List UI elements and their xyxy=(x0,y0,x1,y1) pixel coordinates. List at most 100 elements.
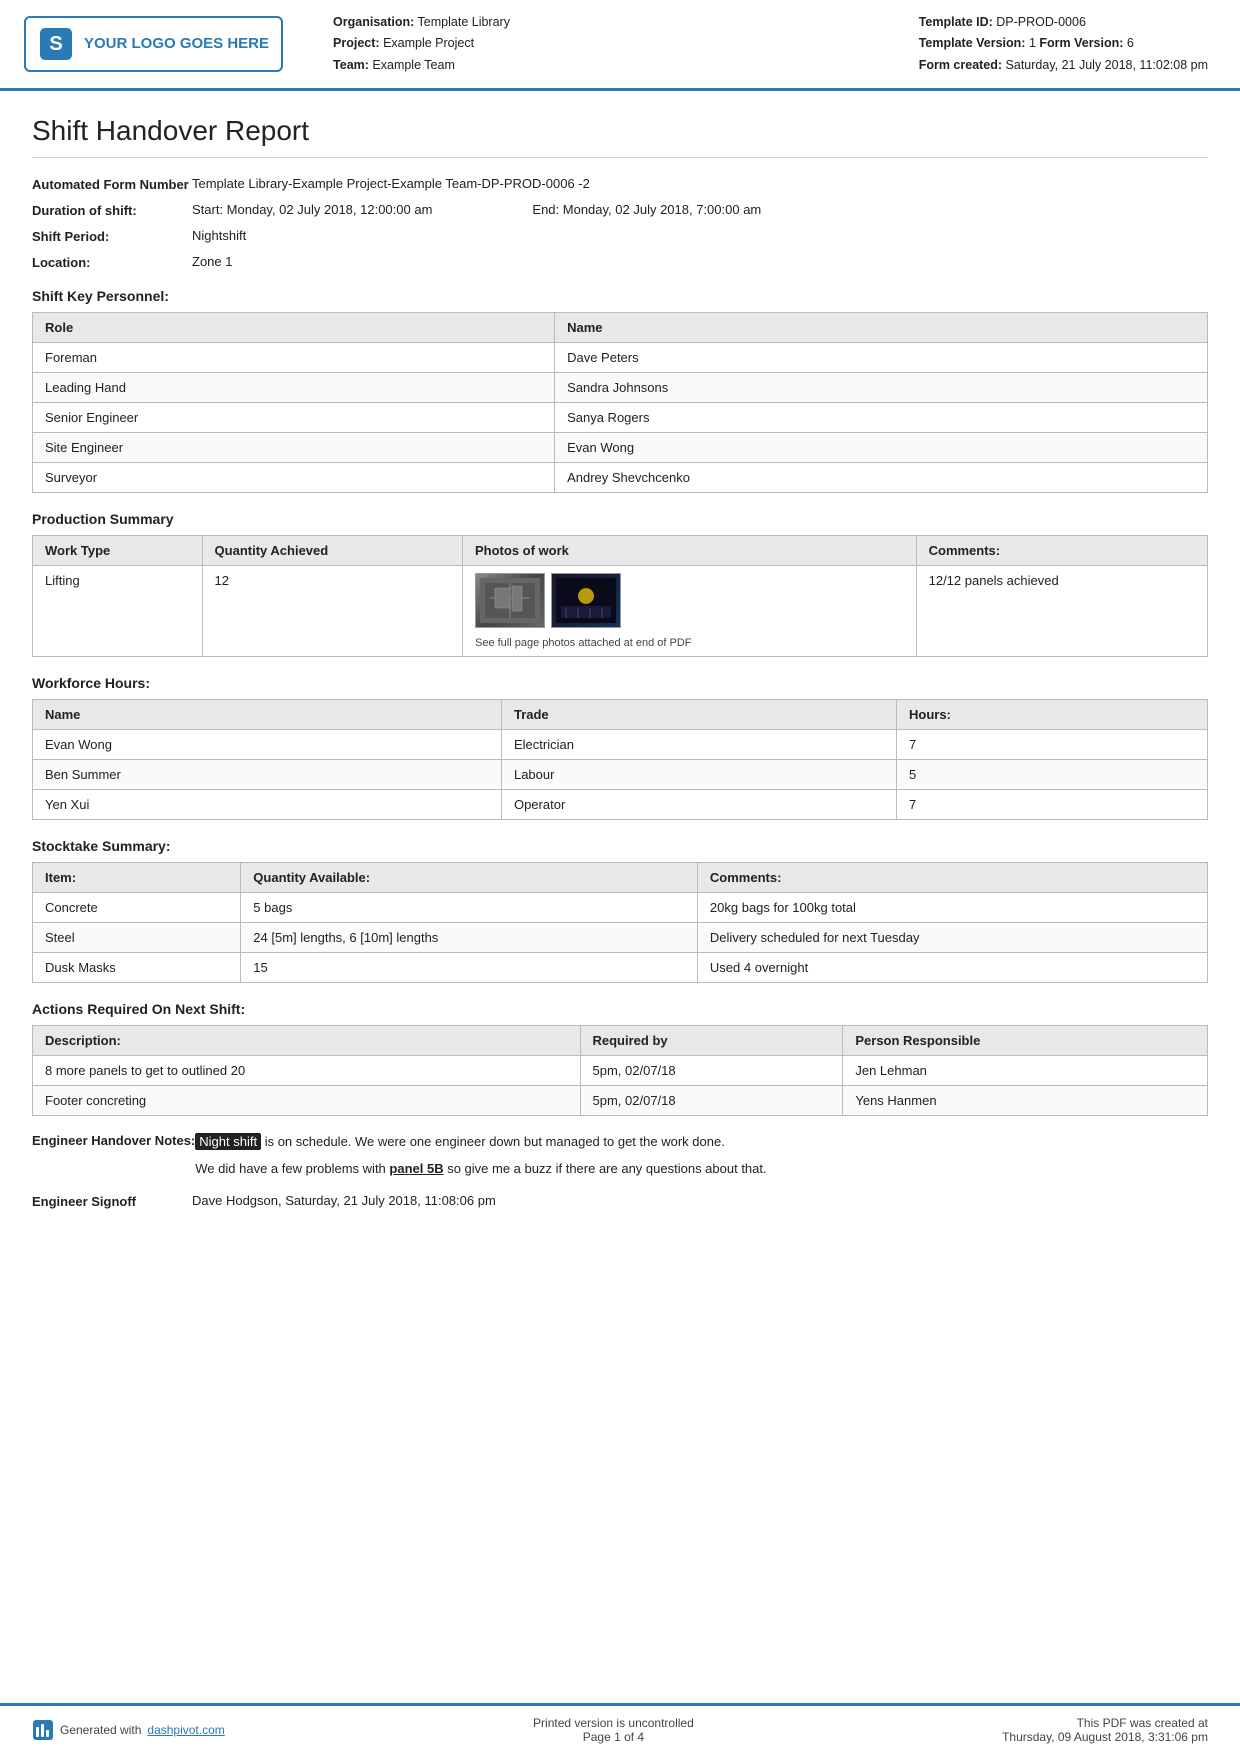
location-row: Location: Zone 1 xyxy=(32,254,1208,270)
action-description: Footer concreting xyxy=(33,1085,581,1115)
personnel-col-name: Name xyxy=(555,312,1208,342)
engineer-note-2: We did have a few problems with panel 5B… xyxy=(195,1159,1208,1180)
stocktake-comments: 20kg bags for 100kg total xyxy=(697,892,1207,922)
stocktake-quantity: 24 [5m] lengths, 6 [10m] lengths xyxy=(241,922,698,952)
team-value: Example Team xyxy=(372,58,454,72)
stocktake-quantity: 15 xyxy=(241,952,698,982)
personnel-header-row: Role Name xyxy=(33,312,1208,342)
form-version-label: Form Version: xyxy=(1039,36,1123,50)
stocktake-comments: Delivery scheduled for next Tuesday xyxy=(697,922,1207,952)
logo-area: S YOUR LOGO GOES HERE xyxy=(24,12,283,76)
highlight-nightshift: Night shift xyxy=(195,1133,261,1150)
action-required-by: 5pm, 02/07/18 xyxy=(580,1085,843,1115)
template-version-label: Template Version: xyxy=(919,36,1026,50)
duration-end: End: Monday, 02 July 2018, 7:00:00 am xyxy=(532,202,761,217)
workforce-trade: Labour xyxy=(501,759,896,789)
stocktake-item: Concrete xyxy=(33,892,241,922)
production-comments: 12/12 panels achieved xyxy=(916,565,1207,656)
photo-caption: See full page photos attached at end of … xyxy=(475,637,904,649)
table-row: Senior EngineerSanya Rogers xyxy=(33,402,1208,432)
org-label: Organisation: xyxy=(333,15,414,29)
personnel-name: Dave Peters xyxy=(555,342,1208,372)
production-section-title: Production Summary xyxy=(32,511,1208,527)
workforce-header-row: Name Trade Hours: xyxy=(33,699,1208,729)
page-header: S YOUR LOGO GOES HERE Organisation: Temp… xyxy=(0,0,1240,91)
page-footer: Generated with dashpivot.com Printed ver… xyxy=(0,1703,1240,1754)
table-row: ForemanDave Peters xyxy=(33,342,1208,372)
workforce-trade: Operator xyxy=(501,789,896,819)
actions-col-description: Description: xyxy=(33,1025,581,1055)
production-header-row: Work Type Quantity Achieved Photos of wo… xyxy=(33,535,1208,565)
location-value: Zone 1 xyxy=(192,254,1208,269)
duration-value: Start: Monday, 02 July 2018, 12:00:00 am… xyxy=(192,202,1208,217)
logo-box: S YOUR LOGO GOES HERE xyxy=(24,16,283,72)
duration-label: Duration of shift: xyxy=(32,202,192,218)
personnel-role: Site Engineer xyxy=(33,432,555,462)
stocktake-section-title: Stocktake Summary: xyxy=(32,838,1208,854)
production-col-worktype: Work Type xyxy=(33,535,203,565)
personnel-role: Foreman xyxy=(33,342,555,372)
workforce-col-hours: Hours: xyxy=(897,699,1208,729)
table-row: Ben SummerLabour5 xyxy=(33,759,1208,789)
engineer-note-2-suffix: so give me a buzz if there are any quest… xyxy=(444,1161,767,1176)
engineer-notes-content: Night shift is on schedule. We were one … xyxy=(195,1132,1208,1180)
svg-text:S: S xyxy=(49,33,62,55)
form-number-label: Automated Form Number xyxy=(32,176,192,192)
workforce-hours: 7 xyxy=(897,729,1208,759)
production-photos: See full page photos attached at end of … xyxy=(463,565,917,656)
workforce-col-name: Name xyxy=(33,699,502,729)
engineer-note-1-text: is on schedule. We were one engineer dow… xyxy=(261,1134,725,1149)
duration-start: Start: Monday, 02 July 2018, 12:00:00 am xyxy=(192,202,432,217)
engineer-signoff-row: Engineer Signoff Dave Hodgson, Saturday,… xyxy=(32,1193,1208,1209)
project-label: Project: xyxy=(333,36,380,50)
table-row: 8 more panels to get to outlined 205pm, … xyxy=(33,1055,1208,1085)
shift-period-value: Nightshift xyxy=(192,228,1208,243)
action-description: 8 more panels to get to outlined 20 xyxy=(33,1055,581,1085)
engineer-signoff-label: Engineer Signoff xyxy=(32,1193,192,1209)
engineer-handover-section: Engineer Handover Notes: Night shift is … xyxy=(32,1132,1208,1180)
footer-pdf-value: Thursday, 09 August 2018, 3:31:06 pm xyxy=(1002,1730,1208,1744)
stocktake-col-comments: Comments: xyxy=(697,862,1207,892)
panel-5b-link: panel 5B xyxy=(389,1161,443,1176)
workforce-name: Ben Summer xyxy=(33,759,502,789)
stocktake-col-item: Item: xyxy=(33,862,241,892)
form-created-label: Form created: xyxy=(919,58,1002,72)
table-row: Lifting 12 xyxy=(33,565,1208,656)
photo-cell: See full page photos attached at end of … xyxy=(475,573,904,649)
personnel-role: Surveyor xyxy=(33,462,555,492)
shift-period-label: Shift Period: xyxy=(32,228,192,244)
actions-header-row: Description: Required by Person Responsi… xyxy=(33,1025,1208,1055)
report-title: Shift Handover Report xyxy=(32,115,1208,158)
table-row: Concrete5 bags20kg bags for 100kg total xyxy=(33,892,1208,922)
form-version-value: 6 xyxy=(1127,36,1134,50)
table-row: SurveyorAndrey Shevchcenko xyxy=(33,462,1208,492)
table-row: Footer concreting5pm, 02/07/18Yens Hanme… xyxy=(33,1085,1208,1115)
engineer-note-2-prefix: We did have a few problems with xyxy=(195,1161,389,1176)
table-row: Leading HandSandra Johnsons xyxy=(33,372,1208,402)
footer-pdf-label: This PDF was created at xyxy=(1002,1716,1208,1730)
logo-text: YOUR LOGO GOES HERE xyxy=(84,35,269,52)
stocktake-comments: Used 4 overnight xyxy=(697,952,1207,982)
engineer-handover-label: Engineer Handover Notes: xyxy=(32,1132,195,1180)
workforce-hours: 7 xyxy=(897,789,1208,819)
footer-link[interactable]: dashpivot.com xyxy=(147,1723,224,1737)
production-table: Work Type Quantity Achieved Photos of wo… xyxy=(32,535,1208,657)
production-work-type: Lifting xyxy=(33,565,203,656)
header-meta-left: Organisation: Template Library Project: … xyxy=(333,12,510,76)
team-label: Team: xyxy=(333,58,369,72)
main-content: Shift Handover Report Automated Form Num… xyxy=(0,91,1240,1703)
personnel-role: Senior Engineer xyxy=(33,402,555,432)
personnel-col-role: Role xyxy=(33,312,555,342)
workforce-hours: 5 xyxy=(897,759,1208,789)
table-row: Steel24 [5m] lengths, 6 [10m] lengthsDel… xyxy=(33,922,1208,952)
actions-table: Description: Required by Person Responsi… xyxy=(32,1025,1208,1116)
footer-print-notice: Printed version is uncontrolled xyxy=(533,1716,694,1730)
stocktake-table: Item: Quantity Available: Comments: Conc… xyxy=(32,862,1208,983)
actions-col-required: Required by xyxy=(580,1025,843,1055)
table-row: Evan WongElectrician7 xyxy=(33,729,1208,759)
personnel-name: Andrey Shevchcenko xyxy=(555,462,1208,492)
template-id-value: DP-PROD-0006 xyxy=(996,15,1086,29)
engineer-note-1: Night shift is on schedule. We were one … xyxy=(195,1132,1208,1153)
footer-center: Printed version is uncontrolled Page 1 o… xyxy=(533,1716,694,1744)
production-col-comments: Comments: xyxy=(916,535,1207,565)
